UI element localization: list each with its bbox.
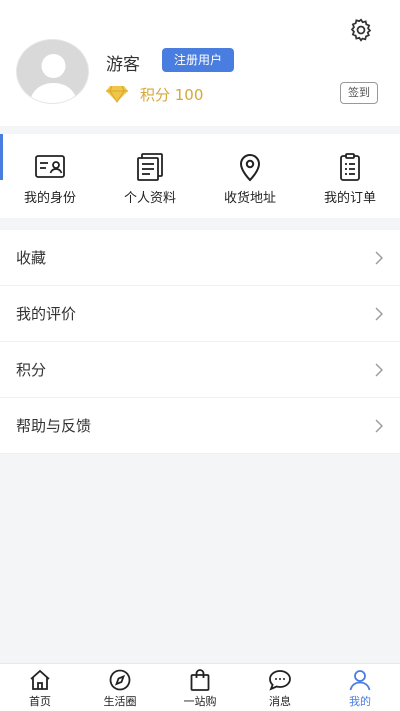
menu-item-my-reviews[interactable]: 我的评价: [0, 286, 400, 342]
bottom-tab-bar: 首页 生活圈 一站购 消息 我的: [0, 663, 400, 711]
tab-one-stop-shop[interactable]: 一站购: [160, 664, 240, 711]
menu-item-label: 收藏: [16, 249, 47, 267]
clipboard-list-icon: [340, 153, 360, 181]
id-card-icon: [35, 155, 65, 178]
tab-label: 首页: [29, 695, 51, 708]
accent-bar: [0, 134, 3, 180]
menu-item-favorites[interactable]: 收藏: [0, 230, 400, 286]
shortcut-my-orders[interactable]: 我的订单: [300, 134, 400, 218]
chevron-right-icon: [375, 363, 383, 376]
shortcut-label: 个人资料: [123, 191, 176, 206]
shortcut-label: 我的身份: [23, 191, 76, 206]
menu-item-label: 积分: [16, 361, 47, 379]
signin-button[interactable]: 签到: [340, 82, 378, 104]
tab-label: 消息: [269, 695, 291, 708]
menu-item-label: 帮助与反馈: [16, 417, 92, 435]
diamond-icon: [106, 85, 128, 103]
tab-messages[interactable]: 消息: [240, 664, 320, 711]
location-pin-icon: [239, 154, 261, 182]
profile-header: 游客 注册用户 积分 100 签到: [0, 0, 400, 126]
chat-bubble-icon: [269, 670, 291, 691]
tab-label: 一站购: [183, 695, 217, 708]
tab-home[interactable]: 首页: [0, 664, 80, 711]
username: 游客: [106, 55, 140, 75]
menu-item-label: 我的评价: [16, 305, 77, 323]
chevron-right-icon: [375, 251, 383, 264]
home-icon: [30, 669, 50, 690]
shortcut-address[interactable]: 收货地址: [200, 134, 300, 218]
default-avatar-icon: [17, 40, 88, 103]
points-label: 积分 100: [140, 85, 204, 104]
menu-list: 收藏 我的评价 积分 帮助与反馈: [0, 230, 400, 454]
shortcut-label: 收货地址: [223, 191, 276, 206]
person-icon: [349, 670, 371, 691]
profile-document-icon: [137, 153, 163, 181]
shortcut-bar: 我的身份 个人资料 收货地址 我的订单: [0, 134, 400, 218]
chevron-right-icon: [375, 307, 383, 320]
chevron-right-icon: [375, 419, 383, 432]
menu-item-points[interactable]: 积分: [0, 342, 400, 398]
menu-item-help-feedback[interactable]: 帮助与反馈: [0, 398, 400, 454]
shopping-bag-icon: [190, 669, 210, 691]
tab-life-circle[interactable]: 生活圈: [80, 664, 160, 711]
shortcut-label: 我的订单: [323, 191, 376, 206]
points-summary[interactable]: 积分 100: [106, 83, 203, 105]
shortcut-my-identity[interactable]: 我的身份: [0, 134, 100, 218]
avatar[interactable]: [16, 39, 89, 104]
register-badge[interactable]: 注册用户: [162, 48, 234, 72]
settings-gear-icon[interactable]: [348, 17, 374, 43]
tab-label: 我的: [349, 695, 371, 708]
shortcut-personal-info[interactable]: 个人资料: [100, 134, 200, 218]
tab-label: 生活圈: [103, 695, 137, 708]
tab-mine[interactable]: 我的: [320, 664, 400, 711]
compass-icon: [109, 669, 131, 691]
